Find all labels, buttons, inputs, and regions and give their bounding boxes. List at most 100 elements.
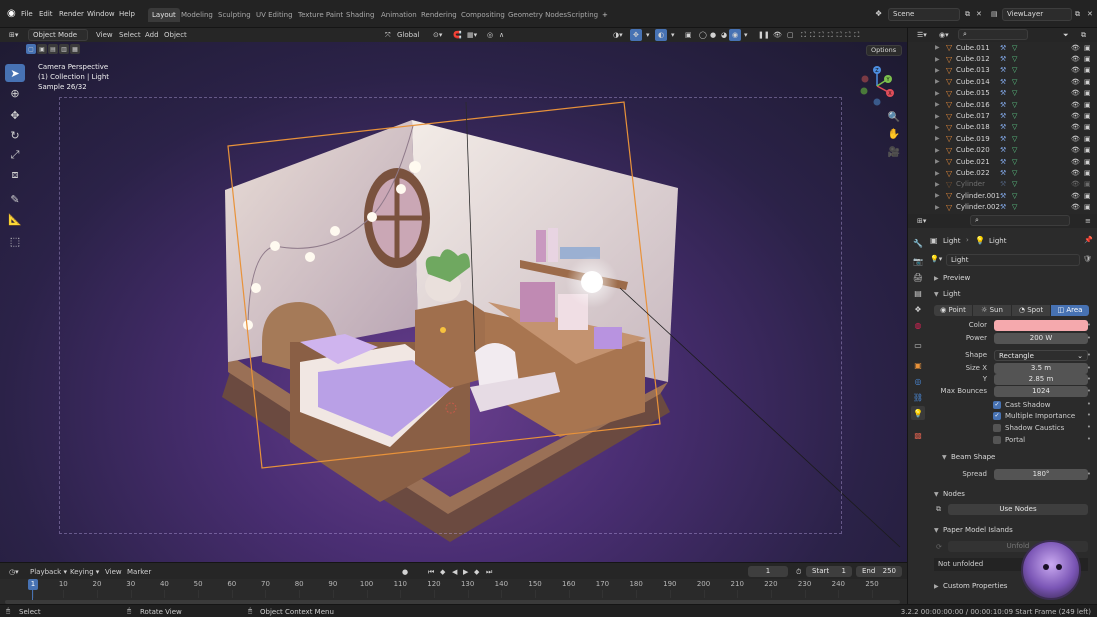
camera-render-icon[interactable]: ▣ <box>1084 101 1091 109</box>
camera-render-icon[interactable]: ▣ <box>1084 89 1091 97</box>
expand-arrow-icon[interactable]: ▶ <box>935 124 940 131</box>
modifier-wrench-icon[interactable]: ⚒ <box>1000 169 1006 177</box>
expand-arrow-icon[interactable]: ▶ <box>935 192 940 199</box>
falloff-icon[interactable]: ∧ <box>496 29 507 41</box>
menu-playback[interactable]: Playback ▾ <box>27 566 70 578</box>
properties-editor[interactable]: ⊞▾ ⌕ ≡ 🔧 📷 🖨 ▤ ❖ ◍ ▭ ▣ ◎ ⛓ 💡 ▩ ▣ Light ›… <box>907 214 1097 604</box>
modifier-wrench-icon[interactable]: ⚒ <box>1000 135 1006 143</box>
editor-type-icon[interactable]: ⊞▾ <box>6 29 21 41</box>
outliner-row[interactable]: ▶ ▽ Cube.013 ⚒ ▽ 👁 ▣ <box>908 65 1097 76</box>
record-icon[interactable]: ● <box>399 566 411 578</box>
modifier-wrench-icon[interactable]: ⚒ <box>1000 55 1006 63</box>
tab-scripting[interactable]: Scripting <box>563 8 602 22</box>
eye-icon[interactable]: 👁 <box>1071 89 1080 97</box>
expand-arrow-icon[interactable]: ▶ <box>935 56 940 63</box>
modifier-wrench-icon[interactable]: ⚒ <box>1000 44 1006 52</box>
eye-icon[interactable]: 👁 <box>1071 123 1080 131</box>
properties-search-input[interactable]: ⌕ <box>970 215 1070 226</box>
eye-icon[interactable]: 👁 <box>1071 169 1080 177</box>
outliner-row[interactable]: ▶ ▽ Cube.018 ⚒ ▽ 👁 ▣ <box>908 122 1097 133</box>
expand-arrow-icon[interactable]: ▶ <box>935 90 940 97</box>
camera-render-icon[interactable]: ▣ <box>1084 203 1091 211</box>
eye-icon[interactable]: 👁 <box>1071 78 1080 86</box>
preview-range-icon[interactable]: ⏱ <box>793 566 804 578</box>
scene-icon[interactable]: ❖ <box>872 8 885 20</box>
keyframe-dot-icon[interactable]: • <box>1087 387 1091 395</box>
camera-render-icon[interactable]: ▣ <box>1084 44 1091 52</box>
expand-arrow-icon[interactable]: ▶ <box>935 170 940 177</box>
properties-editor-icon[interactable]: ⊞▾ <box>914 215 929 227</box>
render-tab-icon[interactable]: 📷 <box>911 254 925 268</box>
jump-start-icon[interactable]: ⏮ <box>425 566 437 578</box>
outliner[interactable]: ☰▾ ◉▾ ⌕ ⏷ ⧉ ▶ ▽ Cube.011 ⚒ ▽ 👁 ▣ ▶ ▽ Cube.012 ⚒ ▽ 👁 ▣… <box>907 28 1097 223</box>
new-collection-icon[interactable]: ⧉ <box>1078 29 1089 41</box>
collection-toggles-icon[interactable]: ⛶⛶⛶⛶⛶⛶⛶ <box>798 29 866 41</box>
modifier-wrench-icon[interactable]: ⚒ <box>1000 101 1006 109</box>
rendered-shading-icon[interactable]: ◉ <box>729 29 742 41</box>
camera-render-icon[interactable]: ▣ <box>1084 146 1091 154</box>
options-dropdown[interactable]: Options <box>866 45 902 56</box>
delete-view-layer-icon[interactable]: ✕ <box>1084 8 1096 20</box>
gizmo-dropdown-icon[interactable]: ▾ <box>643 29 653 41</box>
size-y-field[interactable]: 2.85 m <box>994 374 1088 385</box>
light-type-sun[interactable]: ☼ Sun <box>973 305 1011 316</box>
outliner-row[interactable]: ▶ ▽ Cube.015 ⚒ ▽ 👁 ▣ <box>908 88 1097 99</box>
modifier-wrench-icon[interactable]: ⚒ <box>1000 112 1006 120</box>
navigation-gizmo[interactable]: Z X Y <box>855 64 899 108</box>
move-tool[interactable]: ✥ <box>5 106 25 124</box>
max-bounces-field[interactable]: 1024 <box>994 386 1088 397</box>
modifier-wrench-icon[interactable]: ⚒ <box>1000 89 1006 97</box>
annotate-tool[interactable]: ✎ <box>5 190 25 208</box>
copy-scene-icon[interactable]: ⧉ <box>962 8 973 20</box>
eye-icon[interactable]: 👁 <box>1071 101 1080 109</box>
eye-icon[interactable]: 👁 <box>1071 180 1080 188</box>
light-datablock-icon[interactable]: 💡▾ <box>930 255 942 263</box>
keyframe-dot-icon[interactable]: • <box>1087 364 1091 372</box>
outliner-editor-icon[interactable]: ☰▾ <box>914 29 930 41</box>
eye-icon[interactable]: 👁 <box>1071 66 1080 74</box>
menu-add[interactable]: Add <box>142 29 162 41</box>
shading-dropdown-icon[interactable]: ▾ <box>741 29 751 41</box>
outliner-row[interactable]: ▶ ▽ Cube.011 ⚒ ▽ 👁 ▣ <box>908 42 1097 53</box>
outliner-row[interactable]: ▶ ▽ Cube.016 ⚒ ▽ 👁 ▣ <box>908 99 1097 110</box>
outliner-row[interactable]: ▶ ▽ Cube.020 ⚒ ▽ 👁 ▣ <box>908 145 1097 156</box>
light-type-area[interactable]: ◫ Area <box>1051 305 1089 316</box>
beam-shape-panel-header[interactable]: ▼ Beam Shape <box>942 451 995 463</box>
keyframe-dot-icon[interactable]: • <box>1087 411 1091 419</box>
outliner-row[interactable]: ▶ ▽ Cylinder.002 ⚒ ▽ 👁 ▣ <box>908 202 1097 213</box>
expand-arrow-icon[interactable]: ▶ <box>935 158 940 165</box>
menu-window[interactable]: Window <box>84 8 118 20</box>
camera-render-icon[interactable]: ▣ <box>1084 169 1091 177</box>
keyframe-dot-icon[interactable]: • <box>1087 351 1091 359</box>
tab-animation[interactable]: Animation <box>377 8 421 22</box>
texture-tab-icon[interactable]: ▩ <box>911 428 925 442</box>
snap-icon[interactable]: 🧲 <box>450 29 465 41</box>
camera-render-icon[interactable]: ▣ <box>1084 135 1091 143</box>
restrict-camera-icon[interactable]: ▢ <box>784 29 797 41</box>
3d-viewport[interactable]: ▢ ▣ ▤ ▥ ▦ Camera Perspective (1) Collect… <box>0 42 907 562</box>
modifier-wrench-icon[interactable]: ⚒ <box>1000 192 1006 200</box>
multiple-importance-checkbox[interactable]: ✓ Multiple Importance <box>993 410 1075 421</box>
camera-render-icon[interactable]: ▣ <box>1084 112 1091 120</box>
transform-tool[interactable]: ⧈ <box>5 166 25 184</box>
eye-icon[interactable]: 👁 <box>1071 158 1080 166</box>
scene-field[interactable]: Scene <box>888 8 960 21</box>
fake-user-icon[interactable]: 🛡 <box>1083 255 1092 263</box>
light-name-field[interactable]: Light <box>946 254 1080 266</box>
pan-hand-icon[interactable]: ✋ <box>887 127 901 141</box>
size-x-field[interactable]: 3.5 m <box>994 363 1088 374</box>
visibility-icon[interactable]: ◑▾ <box>610 29 626 41</box>
tab-rendering[interactable]: Rendering <box>417 8 461 22</box>
view-layer-icon[interactable]: ▤ <box>988 8 1001 20</box>
eye-icon[interactable]: 👁 <box>1071 192 1080 200</box>
power-field[interactable]: 200 W <box>994 333 1088 344</box>
modifier-wrench-icon[interactable]: ⚒ <box>1000 123 1006 131</box>
xray-icon[interactable]: ▣ <box>682 29 695 41</box>
tab-geometry-nodes[interactable]: Geometry Nodes <box>504 8 571 22</box>
expand-arrow-icon[interactable]: ▶ <box>935 67 940 74</box>
scale-tool[interactable]: ⤢ <box>5 146 25 164</box>
light-data-tab-icon[interactable]: 💡 <box>911 406 925 420</box>
spread-field[interactable]: 180° <box>994 469 1088 480</box>
light-panel-header[interactable]: ▼ Light <box>934 288 960 300</box>
tab-uv-editing[interactable]: UV Editing <box>252 8 297 22</box>
